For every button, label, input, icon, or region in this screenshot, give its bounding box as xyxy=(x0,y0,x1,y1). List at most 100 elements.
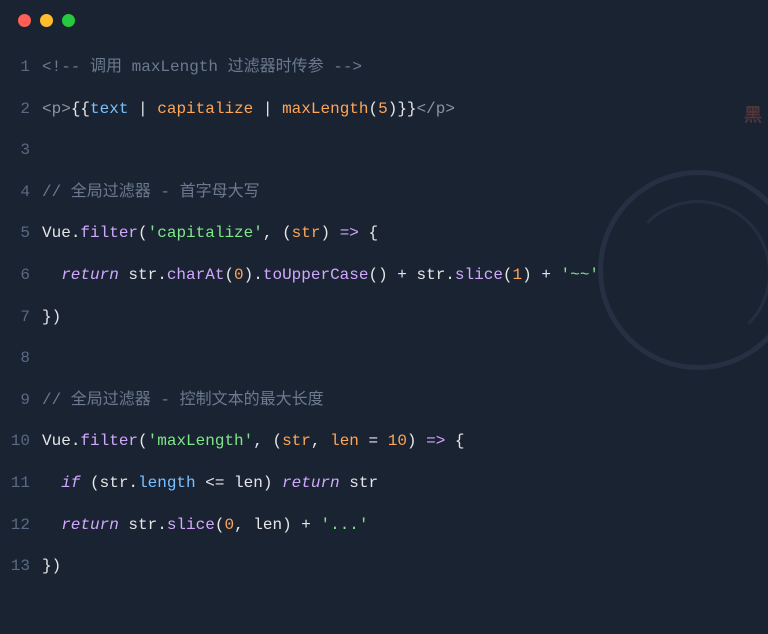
token-method: toUpperCase xyxy=(263,266,369,284)
code-content xyxy=(42,338,768,380)
token-white: }} xyxy=(397,100,416,118)
token-punct: ( xyxy=(138,432,148,450)
token-method: slice xyxy=(455,266,503,284)
line-number: 13 xyxy=(0,546,42,588)
token-tag: p xyxy=(52,100,62,118)
token-method: charAt xyxy=(167,266,225,284)
token-punct: . xyxy=(71,432,81,450)
line-number: 11 xyxy=(0,463,42,505)
token-num: 0 xyxy=(224,516,234,534)
token-punct: ) xyxy=(407,432,426,450)
line-number: 3 xyxy=(0,130,42,172)
token-return: return xyxy=(61,516,119,534)
token-string: '...' xyxy=(320,516,368,534)
close-button[interactable] xyxy=(18,14,31,27)
token-punct: }) xyxy=(42,557,61,575)
code-content: Vue.filter('maxLength', (str, len = 10) … xyxy=(42,421,768,463)
token-white: {{ xyxy=(71,100,90,118)
token-num: 0 xyxy=(234,266,244,284)
code-line: 9// 全局过滤器 - 控制文本的最大长度 xyxy=(0,380,768,422)
token-return: return xyxy=(61,266,119,284)
token-tag: p xyxy=(436,100,446,118)
token-punct: , xyxy=(311,432,330,450)
token-tag: > xyxy=(445,100,455,118)
code-content: if (str.length <= len) return str xyxy=(42,463,768,505)
window-controls xyxy=(0,0,768,37)
token-punct: ). xyxy=(244,266,263,284)
code-line: 3 xyxy=(0,130,768,172)
token-filter: maxLength xyxy=(282,100,368,118)
token-white: | xyxy=(253,100,282,118)
code-content: }) xyxy=(42,297,768,339)
code-line: 5Vue.filter('capitalize', (str) => { xyxy=(0,213,768,255)
minimize-button[interactable] xyxy=(40,14,53,27)
code-content xyxy=(42,130,768,172)
code-line: 10Vue.filter('maxLength', (str, len = 10… xyxy=(0,421,768,463)
code-content: <p>{{text | capitalize | maxLength(5)}}<… xyxy=(42,89,768,131)
line-number: 7 xyxy=(0,297,42,339)
token-indent xyxy=(42,474,61,492)
token-method: filter xyxy=(80,432,138,450)
token-punct: ( xyxy=(138,224,148,242)
token-method: filter xyxy=(80,224,138,242)
token-white: | xyxy=(128,100,157,118)
code-content: // 全局过滤器 - 控制文本的最大长度 xyxy=(42,380,768,422)
line-number: 5 xyxy=(0,213,42,255)
code-editor[interactable]: 1<!-- 调用 maxLength 过滤器时传参 -->2<p>{{text … xyxy=(0,37,768,598)
token-return: if xyxy=(61,474,80,492)
token-punct: , ( xyxy=(263,224,292,242)
token-string: 'capitalize' xyxy=(148,224,263,242)
maximize-button[interactable] xyxy=(62,14,75,27)
token-punct: ( xyxy=(503,266,513,284)
line-number: 8 xyxy=(0,338,42,380)
code-content: }) xyxy=(42,546,768,588)
token-num: 1 xyxy=(513,266,523,284)
token-punct: { xyxy=(445,432,464,450)
token-comment: <!-- 调用 maxLength 过滤器时传参 --> xyxy=(42,58,362,76)
token-punct: <= len) xyxy=(196,474,282,492)
token-tag: < xyxy=(42,100,52,118)
token-obj: Vue xyxy=(42,432,71,450)
token-punct: { xyxy=(359,224,378,242)
token-punct: ( xyxy=(215,516,225,534)
code-content: Vue.filter('capitalize', (str) => { xyxy=(42,213,768,255)
token-method: slice xyxy=(167,516,215,534)
code-line: 6 return str.charAt(0).toUpperCase() + s… xyxy=(0,255,768,297)
code-line: 12 return str.slice(0, len) + '...' xyxy=(0,505,768,547)
token-string: 'maxLength' xyxy=(148,432,254,450)
token-comment: // 全局过滤器 - 控制文本的最大长度 xyxy=(42,391,324,409)
token-punct: . xyxy=(157,266,167,284)
token-var: str xyxy=(340,474,378,492)
token-punct: () + str. xyxy=(368,266,454,284)
token-punct: , len) + xyxy=(234,516,320,534)
line-number: 2 xyxy=(0,89,42,131)
token-var: str xyxy=(119,266,157,284)
token-white: ( xyxy=(369,100,379,118)
line-number: 9 xyxy=(0,380,42,422)
token-prop: text xyxy=(90,100,128,118)
token-punct: = xyxy=(359,432,388,450)
code-line: 7}) xyxy=(0,297,768,339)
token-prop: length xyxy=(138,474,196,492)
code-line: 8 xyxy=(0,338,768,380)
token-num: 5 xyxy=(378,100,388,118)
line-number: 6 xyxy=(0,255,42,297)
token-punct: , ( xyxy=(253,432,282,450)
token-punct: . xyxy=(71,224,81,242)
line-number: 10 xyxy=(0,421,42,463)
token-filter: capitalize xyxy=(157,100,253,118)
token-white: ) xyxy=(388,100,398,118)
line-number: 1 xyxy=(0,47,42,89)
token-return: return xyxy=(282,474,340,492)
token-punct: (str. xyxy=(80,474,138,492)
token-punct: ( xyxy=(224,266,234,284)
token-indent xyxy=(42,516,61,534)
line-number: 12 xyxy=(0,505,42,547)
code-content: <!-- 调用 maxLength 过滤器时传参 --> xyxy=(42,47,768,89)
token-tag: </ xyxy=(417,100,436,118)
token-var: str xyxy=(119,516,157,534)
token-yellow: str xyxy=(292,224,321,242)
token-yellow: len xyxy=(330,432,359,450)
token-punct: . xyxy=(157,516,167,534)
token-arrow: => xyxy=(426,432,445,450)
